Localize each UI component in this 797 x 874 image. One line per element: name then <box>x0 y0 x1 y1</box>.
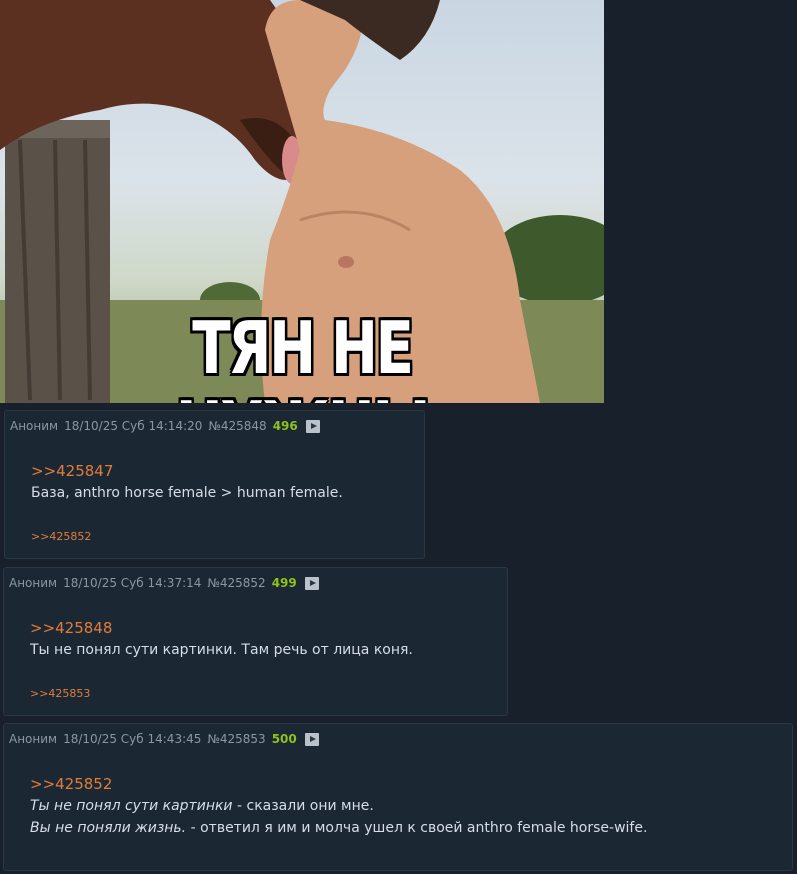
meme-caption: ТЯН НЕ НУЖНЫ <box>176 306 431 403</box>
post-number[interactable]: №425848 <box>208 419 266 433</box>
post-425852: Аноним 18/10/25 Суб 14:37:14 №425852 499… <box>3 567 508 716</box>
post-author: Аноним <box>9 576 58 590</box>
reply-link[interactable]: >>425847 <box>31 460 343 482</box>
post-header: Аноним 18/10/25 Суб 14:14:20 №425848 496 <box>10 419 326 433</box>
post-text: - ответил я им и молча ушел к своей anth… <box>186 820 648 836</box>
post-message: >>425848 Ты не понял сути картинки. Там … <box>30 617 413 661</box>
post-datetime: 18/10/25 Суб 14:14:20 <box>64 419 203 433</box>
post-number[interactable]: №425853 <box>207 732 265 746</box>
post-425853: Аноним 18/10/25 Суб 14:43:45 №425853 500… <box>3 723 793 871</box>
play-icon[interactable] <box>304 732 319 746</box>
post-count: 499 <box>271 576 297 590</box>
post-image[interactable]: ТЯН НЕ НУЖНЫ <box>0 0 604 403</box>
post-message: >>425847 База, anthro horse female > hum… <box>31 460 343 504</box>
play-icon[interactable] <box>304 576 319 590</box>
post-text: База, anthro horse female > human female… <box>31 485 343 501</box>
backlink[interactable]: >>425852 <box>31 530 91 543</box>
post-text-line-1: Ты не понял сути картинки - сказали они … <box>30 795 647 817</box>
post-header: Аноним 18/10/25 Суб 14:37:14 №425852 499 <box>9 576 325 590</box>
post-count: 500 <box>271 732 297 746</box>
post-text: Ты не понял сути картинки. Там речь от л… <box>30 642 413 658</box>
quote-italic: Ты не понял сути картинки <box>30 798 233 814</box>
reply-link[interactable]: >>425848 <box>30 617 413 639</box>
post-header: Аноним 18/10/25 Суб 14:43:45 №425853 500 <box>9 732 325 746</box>
quote-italic: Вы не поняли жизнь. <box>30 820 187 836</box>
reply-link[interactable]: >>425852 <box>30 773 647 795</box>
post-text: - сказали они мне. <box>232 798 374 814</box>
post-text-line-2: Вы не поняли жизнь. - ответил я им и мол… <box>30 817 647 839</box>
post-number[interactable]: №425852 <box>207 576 265 590</box>
post-message: >>425852 Ты не понял сути картинки - ска… <box>30 773 647 839</box>
post-author: Аноним <box>10 419 59 433</box>
post-datetime: 18/10/25 Суб 14:37:14 <box>63 576 202 590</box>
play-icon[interactable] <box>305 419 320 433</box>
backlink[interactable]: >>425853 <box>30 687 90 700</box>
post-425848: Аноним 18/10/25 Суб 14:14:20 №425848 496… <box>4 410 425 559</box>
post-datetime: 18/10/25 Суб 14:43:45 <box>63 732 202 746</box>
post-author: Аноним <box>9 732 58 746</box>
post-count: 496 <box>272 419 298 433</box>
